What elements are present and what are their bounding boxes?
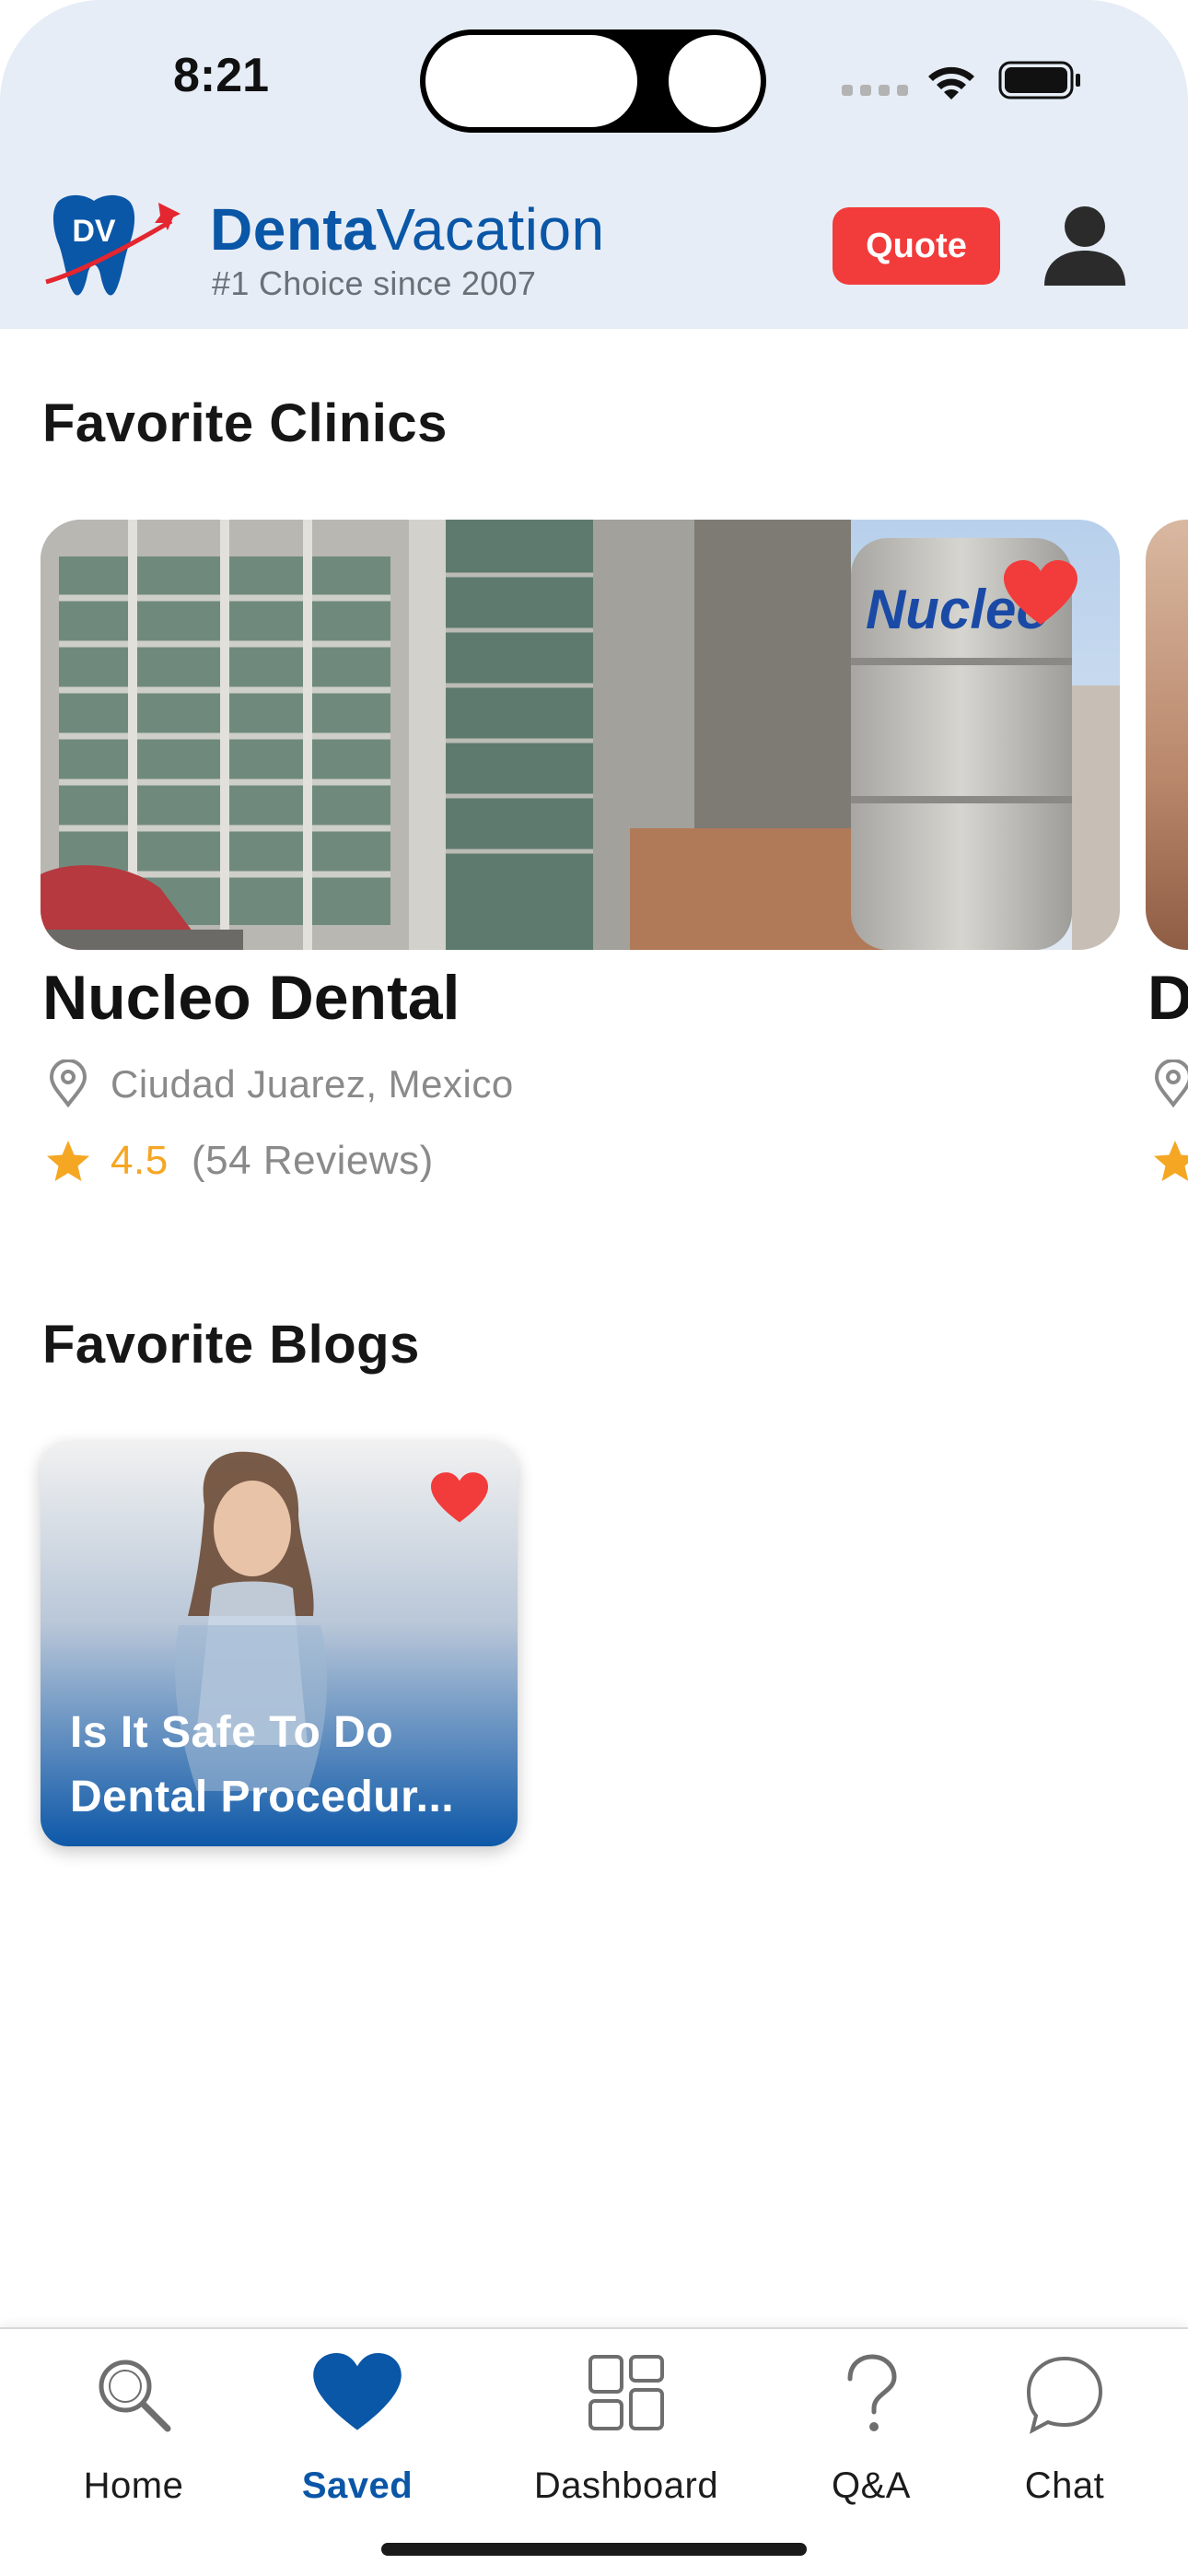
tab-dashboard-label: Dashboard: [533, 2465, 719, 2506]
search-icon: [99, 2359, 171, 2432]
heart-icon: [313, 2353, 402, 2430]
clinic-card-image-next[interactable]: [1146, 520, 1188, 950]
home-indicator[interactable]: [381, 2543, 807, 2556]
profile-icon[interactable]: [1041, 205, 1129, 287]
clinic-card-image[interactable]: Nucleo: [41, 520, 1120, 950]
favorite-heart-icon[interactable]: [431, 1472, 488, 1524]
favorite-heart-icon[interactable]: [1004, 560, 1077, 626]
battery-icon: [998, 61, 1080, 100]
dashboard-grid-icon: [588, 2355, 664, 2430]
location-pin-icon: [49, 1060, 87, 1107]
blog-title: Is It Safe To Do Dental Procedur...: [70, 1708, 455, 1821]
blog-card[interactable]: Is It Safe To Do Dental Procedur...: [41, 1441, 518, 1846]
favorite-clinics-heading: Favorite Clinics: [42, 393, 448, 453]
star-icon: [1154, 1141, 1188, 1181]
location-pin-icon: [1154, 1060, 1188, 1107]
brand-tagline: #1 Choice since 2007: [212, 264, 537, 302]
tab-chat-label: Chat: [1024, 2465, 1105, 2506]
star-icon: [47, 1141, 89, 1181]
tab-qa-label: Q&A: [832, 2465, 911, 2506]
clinic-photo: Nucleo: [41, 520, 1120, 950]
quote-button[interactable]: Quote: [833, 207, 1000, 285]
question-icon: [847, 2354, 897, 2431]
cellular-signal-icon: [842, 85, 908, 96]
brand-name: DentaVacation: [210, 196, 605, 263]
clinic-location: Ciudad Juarez, Mexico: [111, 1062, 514, 1106]
bottom-tab-bar: Home Saved Dashboard Q&A Chat: [0, 2327, 1188, 2576]
tab-saved-label: Saved: [301, 2465, 413, 2506]
tab-home-label: Home: [83, 2465, 184, 2506]
clinic-name[interactable]: Nucleo Dental: [42, 962, 460, 1034]
clinic-review-count: (54 Reviews): [192, 1138, 434, 1183]
dentavacation-logo-icon: DV: [45, 194, 181, 296]
clinic-rating: 4.5: [111, 1138, 169, 1183]
svg-text:DV: DV: [72, 214, 116, 249]
dynamic-island: [420, 29, 766, 133]
clinic-name-next[interactable]: D: [1147, 962, 1188, 1034]
chat-bubble-icon: [1026, 2356, 1103, 2434]
favorite-blogs-heading: Favorite Blogs: [42, 1315, 420, 1375]
wifi-icon: [928, 66, 974, 100]
app-header: 8:21 DV DentaVacation #1 Choice since 20…: [0, 0, 1188, 329]
status-time: 8:21: [172, 49, 270, 102]
